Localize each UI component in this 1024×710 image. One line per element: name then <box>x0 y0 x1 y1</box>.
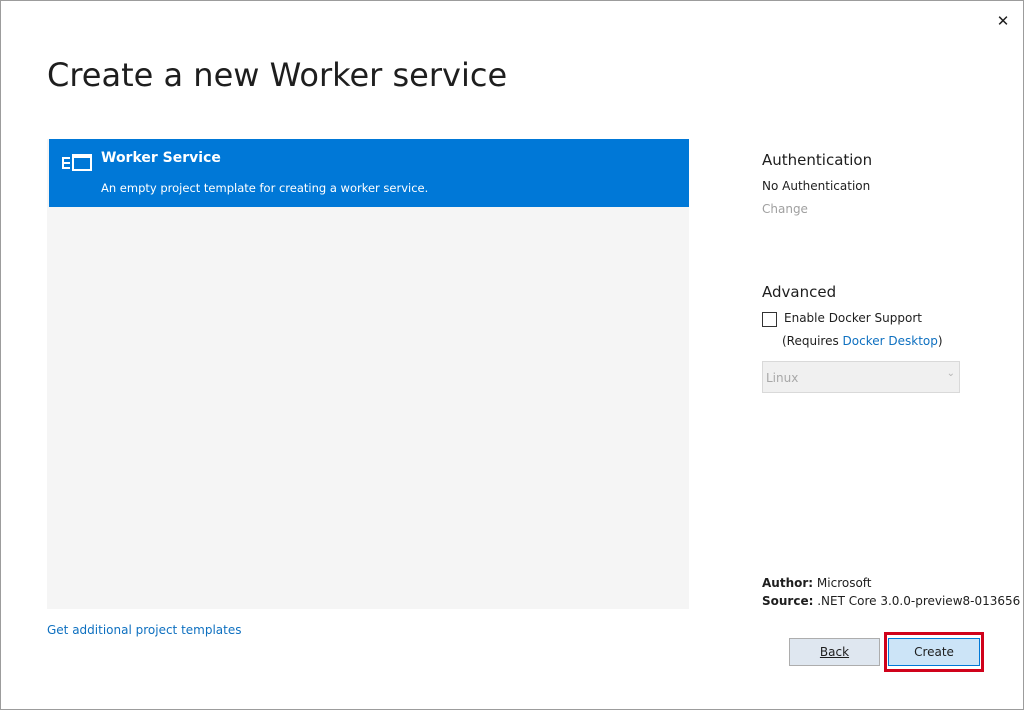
authentication-value: No Authentication <box>762 179 871 193</box>
docker-support-label-text: Enable Docker Support <box>784 311 922 325</box>
docker-os-value: Linux <box>766 371 799 385</box>
docker-requirement-note: (Requires Docker Desktop) <box>782 334 943 348</box>
get-additional-templates-link[interactable]: Get additional project templates <box>47 623 242 637</box>
docker-support-checkbox[interactable] <box>762 312 777 327</box>
author-line: Author: Microsoft <box>762 576 872 590</box>
chevron-down-icon: ⌄ <box>946 368 955 379</box>
close-button[interactable]: ✕ <box>993 11 1013 31</box>
authentication-change-link[interactable]: Change <box>762 202 808 216</box>
requires-prefix: (Requires <box>782 334 843 348</box>
source-line: Source: .NET Core 3.0.0-preview8-013656 <box>762 594 1020 608</box>
create-button-label: Create <box>914 645 954 659</box>
close-icon: ✕ <box>996 12 1010 30</box>
template-list: Worker Service An empty project template… <box>47 139 689 609</box>
template-name: Worker Service <box>101 150 221 166</box>
author-value: Microsoft <box>816 576 872 590</box>
page-title: Create a new Worker service <box>47 56 508 94</box>
docker-os-select: Linux ⌄ <box>762 361 960 393</box>
advanced-heading: Advanced <box>762 283 837 301</box>
source-value: .NET Core 3.0.0-preview8-013656 <box>817 594 1021 608</box>
service-template-icon <box>62 154 92 171</box>
author-label: Author: <box>762 576 814 590</box>
requires-suffix: ) <box>937 334 943 348</box>
docker-support-label[interactable]: Enable Docker Support <box>784 311 922 325</box>
docker-desktop-link[interactable]: Docker Desktop <box>843 334 938 348</box>
back-button-label: Back <box>819 645 850 659</box>
create-button[interactable]: Create <box>888 638 980 666</box>
back-button[interactable]: Back <box>789 638 880 666</box>
template-description: An empty project template for creating a… <box>101 181 429 195</box>
authentication-heading: Authentication <box>762 151 873 169</box>
source-label: Source: <box>762 594 814 608</box>
dialog-window: ✕ Create a new Worker service Worker Ser… <box>0 0 1024 710</box>
template-item-worker-service[interactable]: Worker Service An empty project template… <box>49 139 689 207</box>
